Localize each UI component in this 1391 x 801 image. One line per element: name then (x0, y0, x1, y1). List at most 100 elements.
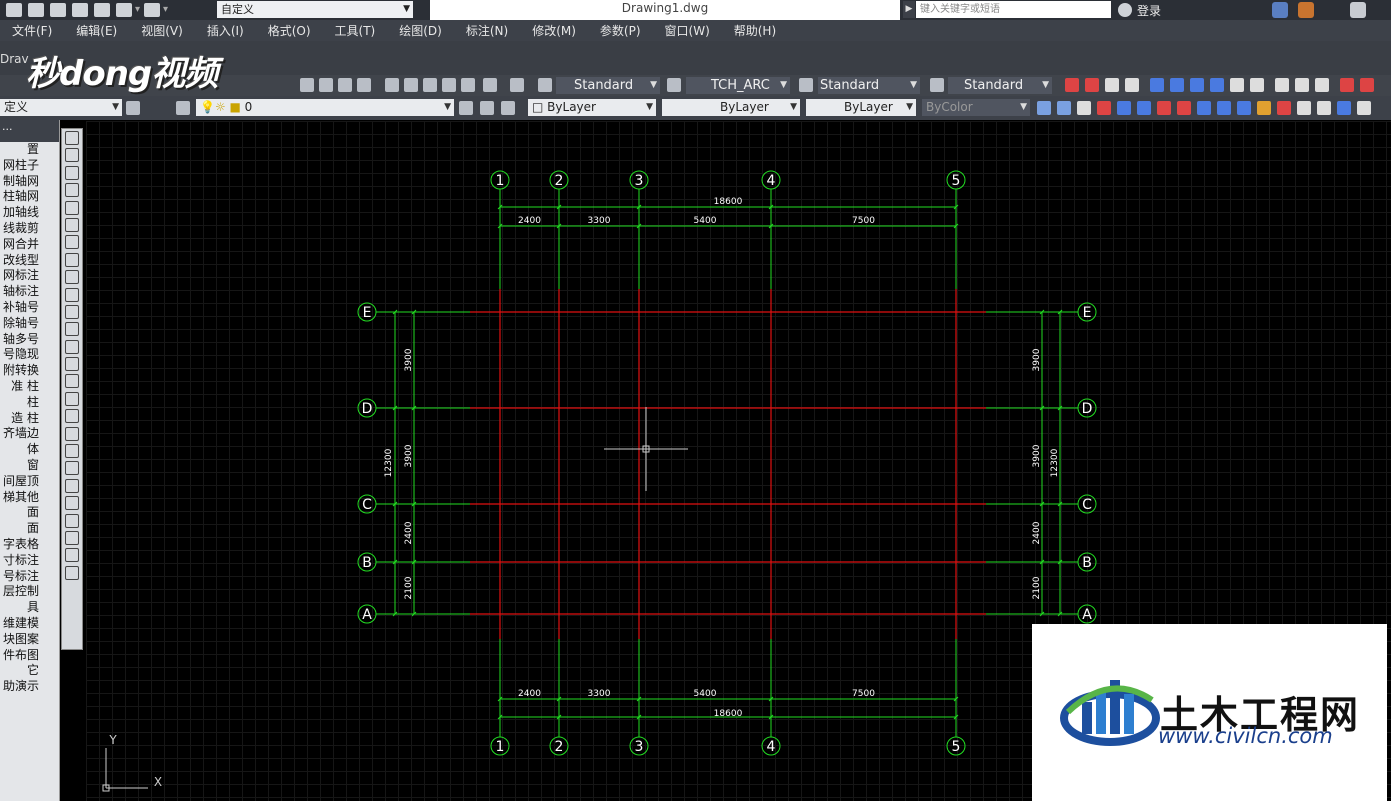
menu-file[interactable]: 文件(F) (0, 22, 64, 39)
hatch-icon[interactable] (65, 374, 79, 389)
tch-e-icon[interactable] (65, 548, 79, 563)
tch-tool-9-icon[interactable] (1230, 78, 1244, 92)
linetype-select[interactable]: ByLayer ▼ (662, 99, 800, 116)
palette-item[interactable]: 寸标注 (0, 553, 59, 569)
palette-item[interactable]: 网柱子 (0, 158, 59, 174)
tch-bar-13-icon[interactable] (1277, 101, 1291, 115)
zoom-realtime-icon[interactable] (319, 78, 333, 92)
table-icon[interactable] (65, 426, 79, 441)
palette-item[interactable]: 窗 (0, 458, 59, 474)
sheet-set-icon[interactable] (442, 78, 456, 92)
print-icon[interactable] (94, 3, 110, 17)
tch-tool-5-icon[interactable] (1150, 78, 1164, 92)
palette-item[interactable]: 它 (0, 663, 59, 679)
markup-icon[interactable] (461, 78, 475, 92)
design-center-icon[interactable] (404, 78, 418, 92)
tch-tool-13-icon[interactable] (1315, 78, 1329, 92)
palette-item[interactable]: 面 (0, 521, 59, 537)
undo-icon[interactable] (116, 3, 132, 17)
insert-block-icon[interactable] (65, 322, 79, 337)
menu-dimension[interactable]: 标注(N) (454, 22, 520, 39)
zoom-previous-icon[interactable] (357, 78, 371, 92)
workspace-select[interactable]: 自定义 ▼ (217, 1, 413, 18)
palette-item[interactable]: 助演示 (0, 679, 59, 695)
layer-isolate-icon[interactable] (501, 101, 515, 115)
help-search-input[interactable]: 键入关键字或短语 (916, 1, 1111, 18)
tch-bar-3-icon[interactable] (1077, 101, 1091, 115)
tch-tool-12-icon[interactable] (1295, 78, 1309, 92)
tch-tool-3-icon[interactable] (1105, 78, 1119, 92)
tch-f-icon[interactable] (65, 565, 79, 580)
palette-item[interactable]: 件布图 (0, 648, 59, 664)
tch-c-icon[interactable] (65, 513, 79, 528)
pan-icon[interactable] (300, 78, 314, 92)
tch-tool-8-icon[interactable] (1210, 78, 1224, 92)
palette-item[interactable]: 线裁剪 (0, 221, 59, 237)
palette-item[interactable]: 面 (0, 505, 59, 521)
menu-window[interactable]: 窗口(W) (653, 22, 722, 39)
palette-item[interactable]: 号标注 (0, 569, 59, 585)
table-style-icon[interactable] (799, 78, 813, 92)
tch-bar-5-icon[interactable] (1117, 101, 1131, 115)
dim-style-icon[interactable] (667, 78, 681, 92)
tch-tool-14-icon[interactable] (1340, 78, 1354, 92)
circle-icon[interactable] (65, 235, 79, 250)
spline-icon[interactable] (65, 270, 79, 285)
tch-bar-4-icon[interactable] (1097, 101, 1111, 115)
palette-item[interactable]: 间屋顶 (0, 474, 59, 490)
tch-bar-17-icon[interactable] (1357, 101, 1371, 115)
tch-bar-1-icon[interactable] (1037, 101, 1051, 115)
menu-edit[interactable]: 编辑(E) (64, 22, 129, 39)
revision-cloud-icon[interactable] (65, 252, 79, 267)
palette-item[interactable]: 齐墙边 (0, 426, 59, 442)
polygon-icon[interactable] (65, 183, 79, 198)
palette-item[interactable]: 字表格 (0, 537, 59, 553)
palette-item[interactable]: 层控制 (0, 584, 59, 600)
construction-line-icon[interactable] (65, 148, 79, 163)
palette-item[interactable]: 轴标注 (0, 284, 59, 300)
palette-item[interactable]: 体 (0, 442, 59, 458)
palette-item[interactable]: 柱轴网 (0, 189, 59, 205)
tool-palettes-icon[interactable] (423, 78, 437, 92)
tch-bar-8-icon[interactable] (1177, 101, 1191, 115)
workspace-settings-icon[interactable] (126, 101, 140, 115)
tch-tool-4-icon[interactable] (1125, 78, 1139, 92)
layer-previous-icon[interactable] (480, 101, 494, 115)
ellipse-arc-icon[interactable] (65, 304, 79, 319)
palette-item[interactable]: 具 (0, 600, 59, 616)
line-icon[interactable] (65, 131, 79, 145)
tch-tool-10-icon[interactable] (1250, 78, 1264, 92)
tch-tool-11-icon[interactable] (1275, 78, 1289, 92)
tch-bar-15-icon[interactable] (1317, 101, 1331, 115)
menu-parametric[interactable]: 参数(P) (588, 22, 653, 39)
tch-bar-9-icon[interactable] (1197, 101, 1211, 115)
tch-bar-16-icon[interactable] (1337, 101, 1351, 115)
login-button[interactable]: 登录 (1118, 1, 1161, 19)
palette-item[interactable]: 轴多号 (0, 332, 59, 348)
palette-item[interactable]: 补轴号 (0, 300, 59, 316)
arc-icon[interactable] (65, 217, 79, 232)
redo-dropdown-icon[interactable]: ▾ (163, 3, 169, 17)
menu-insert[interactable]: 插入(I) (195, 22, 256, 39)
search-expand-icon[interactable]: ▶ (903, 1, 915, 18)
palette-item[interactable]: 准 柱 (0, 379, 59, 395)
layer-properties-icon[interactable] (176, 101, 190, 115)
text-style-icon[interactable] (538, 78, 552, 92)
palette-item[interactable]: 梯其他 (0, 490, 59, 506)
palette-item[interactable]: 柱 (0, 395, 59, 411)
save-icon[interactable] (50, 3, 66, 17)
tch-tool-2-icon[interactable] (1085, 78, 1099, 92)
workspace-partial-select[interactable]: 定义 ▼ (0, 99, 122, 116)
make-current-layer-icon[interactable] (459, 101, 473, 115)
palette-item[interactable]: 网合并 (0, 237, 59, 253)
tch-bar-2-icon[interactable] (1057, 101, 1071, 115)
tch-a-icon[interactable] (65, 478, 79, 493)
tch-b-icon[interactable] (65, 496, 79, 511)
point-icon[interactable] (65, 357, 79, 372)
redo-icon[interactable] (144, 3, 160, 17)
dim-style-select[interactable]: TCH_ARC ▼ (686, 77, 790, 94)
calculator-icon[interactable] (483, 78, 497, 92)
multileader-style-icon[interactable] (930, 78, 944, 92)
autodesk-360-icon[interactable] (1298, 2, 1314, 18)
palette-item[interactable]: 造 柱 (0, 411, 59, 427)
